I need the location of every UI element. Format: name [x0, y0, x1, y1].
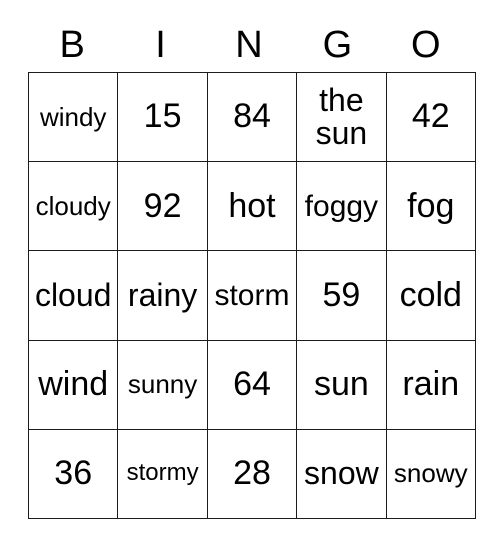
bingo-cell-label: sunny: [127, 369, 198, 400]
bingo-cell[interactable]: snowy: [385, 428, 476, 519]
bingo-header-letter-b: B: [59, 24, 85, 66]
bingo-cell-label: snow: [304, 455, 379, 492]
bingo-cell[interactable]: cold: [385, 250, 476, 341]
bingo-cell-label: sun: [313, 364, 369, 403]
bingo-cell-label: windy: [39, 101, 107, 132]
bingo-cell-label: 42: [411, 97, 450, 136]
bingo-row: cloudy 92 hot foggy fog: [27, 161, 476, 252]
bingo-cell[interactable]: sunny: [117, 339, 208, 430]
bingo-cell-label: cloud: [34, 276, 112, 313]
bingo-cell-label: rain: [402, 364, 460, 403]
bingo-cell-label: fog: [407, 186, 455, 225]
bingo-grid-body: windy 15 84 the sun 42 cloudy 92 hot fog…: [27, 71, 476, 519]
bingo-cell-label: the sun: [315, 81, 368, 152]
bingo-cell-label: cold: [399, 275, 462, 314]
bingo-cell[interactable]: stormy: [117, 428, 208, 519]
bingo-cell-label: 15: [143, 97, 182, 136]
bingo-cell[interactable]: 92: [117, 161, 208, 252]
bingo-cell[interactable]: windy: [27, 71, 119, 163]
bingo-cell-label: foggy: [304, 189, 379, 223]
bingo-cell[interactable]: sun: [296, 339, 387, 430]
bingo-row: windy 15 84 the sun 42: [27, 71, 476, 163]
bingo-cell[interactable]: hot: [206, 161, 298, 252]
bingo-header-letter-i: I: [155, 24, 166, 66]
bingo-cell[interactable]: 64: [206, 339, 298, 430]
bingo-cell-label: 64: [233, 364, 271, 403]
bingo-header-letter-g: G: [322, 24, 353, 66]
bingo-cell-label: 92: [143, 186, 182, 225]
bingo-cell-label: 28: [233, 454, 271, 493]
bingo-grid: windy 15 84 the sun 42 cloudy 92 hot fog…: [27, 71, 476, 519]
bingo-cell-label: cloudy: [35, 190, 111, 221]
bingo-cell[interactable]: foggy: [296, 161, 387, 252]
bingo-header-row: B I N G O: [28, 18, 470, 72]
bingo-row: wind sunny 64 sun rain: [27, 339, 476, 430]
bingo-cell-label: rainy: [127, 276, 198, 313]
bingo-header-letter-o: O: [410, 24, 441, 66]
bingo-cell[interactable]: the sun: [296, 71, 387, 163]
bingo-cell[interactable]: 84: [206, 71, 298, 163]
bingo-row: 36 stormy 28 snow snowy: [27, 428, 476, 519]
bingo-cell[interactable]: rainy: [117, 250, 208, 341]
bingo-cell[interactable]: 42: [385, 71, 476, 163]
bingo-cell[interactable]: wind: [27, 339, 119, 430]
bingo-cell-label: wind: [38, 364, 109, 403]
bingo-cell[interactable]: cloudy: [27, 161, 119, 252]
bingo-cell-label: stormy: [126, 459, 199, 487]
bingo-row: cloud rainy storm 59 cold: [27, 250, 476, 341]
bingo-cell[interactable]: storm: [206, 250, 298, 341]
bingo-cell[interactable]: fog: [385, 161, 476, 252]
bingo-cell[interactable]: 59: [296, 250, 387, 341]
bingo-cell[interactable]: 28: [206, 428, 298, 519]
bingo-cell[interactable]: 15: [117, 71, 208, 163]
bingo-cell-label: 59: [322, 275, 361, 314]
bingo-cell[interactable]: cloud: [27, 250, 119, 341]
bingo-cell-label: snowy: [393, 458, 468, 489]
bingo-cell-label: 84: [233, 97, 271, 136]
bingo-cell[interactable]: snow: [296, 428, 387, 519]
bingo-cell-label: storm: [214, 278, 290, 312]
bingo-card: B I N G O windy 15 84 the sun 42 cloudy …: [27, 18, 476, 519]
bingo-cell-label: 36: [54, 454, 93, 493]
bingo-cell[interactable]: 36: [27, 428, 119, 519]
bingo-cell[interactable]: rain: [385, 339, 476, 430]
bingo-header-letter-n: N: [235, 24, 263, 66]
bingo-cell-label: hot: [228, 186, 276, 225]
